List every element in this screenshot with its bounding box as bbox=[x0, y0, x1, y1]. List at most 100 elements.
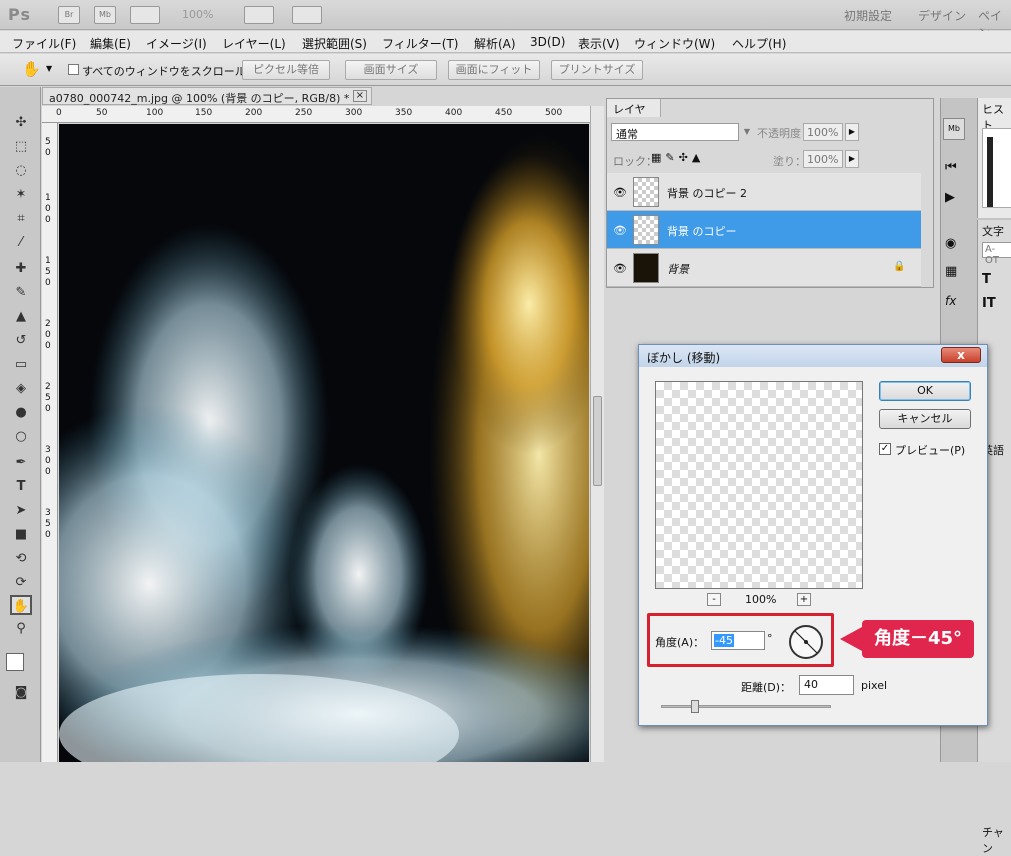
move-tool-icon[interactable]: ✣ bbox=[10, 113, 32, 133]
menu-analysis[interactable]: 解析(A) bbox=[474, 35, 516, 52]
vertical-scrollbar[interactable] bbox=[590, 106, 604, 762]
close-document-icon[interactable]: × bbox=[352, 90, 367, 102]
channels-tab[interactable]: チャン bbox=[982, 824, 1011, 856]
dodge-tool-icon[interactable]: ○ bbox=[10, 427, 32, 447]
3d-orbit-tool-icon[interactable]: ⟳ bbox=[10, 573, 32, 593]
visibility-eye-icon[interactable]: 👁 bbox=[613, 262, 627, 275]
eyedropper-tool-icon[interactable]: ⁄ bbox=[10, 233, 32, 253]
fit-screen-size-button[interactable]: 画面サイズ bbox=[345, 60, 437, 80]
distance-label: 距離(D)： bbox=[741, 681, 792, 694]
menu-3d[interactable]: 3D(D) bbox=[530, 35, 565, 49]
menu-layer[interactable]: レイヤー(L) bbox=[222, 35, 286, 52]
actions-panel-icon[interactable]: ▶ bbox=[945, 190, 955, 205]
tool-preset-dropdown-icon[interactable]: ▼ bbox=[46, 64, 52, 73]
eraser-tool-icon[interactable]: ▭ bbox=[10, 355, 32, 375]
marquee-tool-icon[interactable]: ⬚ bbox=[10, 137, 32, 157]
path-select-tool-icon[interactable]: ➤ bbox=[10, 501, 32, 521]
layers-panel: レイヤー 通常▼ 不透明度： 100% ▶ ロック： ▦✎✣▲ 塗り： 100%… bbox=[606, 98, 934, 288]
menu-window[interactable]: ウィンドウ(W) bbox=[634, 35, 715, 52]
dialog-title: ぼかし (移動) bbox=[647, 351, 721, 365]
histogram-graph bbox=[982, 128, 1011, 208]
layer-row-copy2[interactable]: 👁 背景 のコピー 2 bbox=[607, 173, 921, 211]
angle-dial[interactable] bbox=[789, 625, 823, 659]
styles-panel-icon[interactable]: fx bbox=[945, 294, 956, 308]
zoom-in-button[interactable]: + bbox=[797, 593, 811, 606]
minibridge-panel-icon[interactable]: Mb bbox=[943, 118, 965, 140]
menu-filter[interactable]: フィルター(T) bbox=[382, 35, 458, 52]
filter-preview[interactable] bbox=[655, 381, 863, 589]
healing-brush-tool-icon[interactable]: ✚ bbox=[10, 259, 32, 279]
color-panel-icon[interactable]: ◉ bbox=[945, 236, 956, 251]
ruler-h-label: 100 bbox=[146, 108, 164, 118]
zoom-out-button[interactable]: - bbox=[707, 593, 721, 606]
quick-mask-icon[interactable]: ◙ bbox=[10, 683, 32, 703]
menu-image[interactable]: イメージ(I) bbox=[146, 35, 207, 52]
dialog-titlebar[interactable]: ぼかし (移動) x bbox=[639, 345, 987, 367]
menu-file[interactable]: ファイル(F) bbox=[12, 35, 76, 52]
crop-tool-icon[interactable]: ⌗ bbox=[10, 209, 32, 229]
opacity-field[interactable]: 100% bbox=[803, 123, 843, 141]
shape-tool-icon[interactable]: ■ bbox=[10, 525, 32, 545]
layer-row-copy[interactable]: 👁 背景 のコピー bbox=[607, 211, 921, 249]
opacity-arrow-icon[interactable]: ▶ bbox=[845, 123, 859, 141]
type-tool-icon[interactable]: T bbox=[10, 477, 32, 497]
lasso-tool-icon[interactable]: ◌ bbox=[10, 161, 32, 181]
cancel-button[interactable]: キャンセル bbox=[879, 409, 971, 429]
character-tab[interactable]: 文字 bbox=[982, 223, 1004, 239]
close-button[interactable]: x bbox=[941, 347, 981, 363]
distance-slider-thumb[interactable] bbox=[691, 700, 699, 713]
actual-pixels-button[interactable]: ピクセル等倍 bbox=[242, 60, 330, 80]
ok-button[interactable]: OK bbox=[879, 381, 971, 401]
brush-tool-icon[interactable]: ✎ bbox=[10, 283, 32, 303]
3d-rotate-tool-icon[interactable]: ⟲ bbox=[10, 549, 32, 569]
menu-view[interactable]: 表示(V) bbox=[578, 35, 620, 52]
zoom-tool-icon[interactable]: ⚲ bbox=[10, 619, 32, 639]
layer-name: 背景 のコピー 2 bbox=[667, 187, 747, 200]
screen-mode-button[interactable] bbox=[292, 6, 322, 24]
workspace-design[interactable]: デザイン bbox=[918, 7, 966, 24]
stamp-tool-icon[interactable]: ▲ bbox=[10, 307, 32, 327]
hand-tool-icon[interactable]: ✋ bbox=[22, 60, 41, 78]
angle-callout: 角度－45° bbox=[840, 620, 974, 658]
minibridge-button[interactable]: Mb bbox=[94, 6, 116, 24]
print-size-button[interactable]: プリントサイズ bbox=[551, 60, 643, 80]
menu-edit[interactable]: 編集(E) bbox=[90, 35, 131, 52]
fill-field[interactable]: 100% bbox=[803, 150, 843, 168]
font-family-field[interactable]: A-OT bbox=[982, 242, 1011, 266]
document-tab[interactable]: a0780_000742_m.jpg @ 100% (背景 のコピー, RGB/… bbox=[42, 87, 372, 105]
view-extras-button[interactable] bbox=[130, 6, 160, 24]
foreground-color-swatch[interactable] bbox=[6, 653, 24, 671]
history-brush-tool-icon[interactable]: ↺ bbox=[10, 331, 32, 351]
bridge-button[interactable]: Br bbox=[58, 6, 80, 24]
distance-slider-track[interactable] bbox=[661, 705, 831, 708]
visibility-eye-icon[interactable]: 👁 bbox=[613, 224, 627, 237]
image-canvas[interactable] bbox=[59, 124, 589, 762]
scrollbar-thumb[interactable] bbox=[593, 396, 602, 486]
preview-checkbox[interactable]: ✓ bbox=[879, 443, 891, 455]
lock-icon: 🔒 bbox=[893, 261, 906, 272]
zoom-level[interactable]: 100% bbox=[182, 8, 213, 21]
quick-select-tool-icon[interactable]: ✶ bbox=[10, 185, 32, 205]
scroll-all-checkbox[interactable] bbox=[68, 64, 79, 75]
workspace-essentials[interactable]: 初期設定 bbox=[844, 7, 892, 24]
paint-bucket-tool-icon[interactable]: ◈ bbox=[10, 379, 32, 399]
pen-tool-icon[interactable]: ✒ bbox=[10, 453, 32, 473]
chevron-down-icon: ▼ bbox=[743, 127, 750, 136]
fit-on-screen-button[interactable]: 画面にフィット bbox=[448, 60, 540, 80]
angle-input[interactable]: -45 bbox=[711, 631, 765, 650]
menu-help[interactable]: ヘルプ(H) bbox=[732, 35, 786, 52]
blend-mode-select[interactable]: 通常 ▼ bbox=[611, 123, 750, 141]
blur-tool-icon[interactable]: ● bbox=[10, 403, 32, 423]
distance-input[interactable]: 40 bbox=[799, 675, 854, 695]
arrange-documents-button[interactable] bbox=[244, 6, 274, 24]
layer-row-background[interactable]: 👁 背景 🔒 bbox=[607, 249, 921, 287]
lock-options-icon[interactable]: ▦✎✣▲ bbox=[651, 151, 704, 164]
visibility-eye-icon[interactable]: 👁 bbox=[613, 186, 627, 199]
menu-select[interactable]: 選択範囲(S) bbox=[302, 35, 367, 52]
layers-tab[interactable]: レイヤー bbox=[607, 99, 661, 132]
history-panel-icon[interactable]: ⏮ bbox=[945, 160, 957, 175]
fill-arrow-icon[interactable]: ▶ bbox=[845, 150, 859, 168]
hand-tool-selected-icon[interactable]: ✋ bbox=[10, 595, 32, 615]
ruler-v-labels: 50 100 150 200 250 300 350 bbox=[45, 137, 51, 540]
swatches-panel-icon[interactable]: ▦ bbox=[945, 264, 957, 279]
